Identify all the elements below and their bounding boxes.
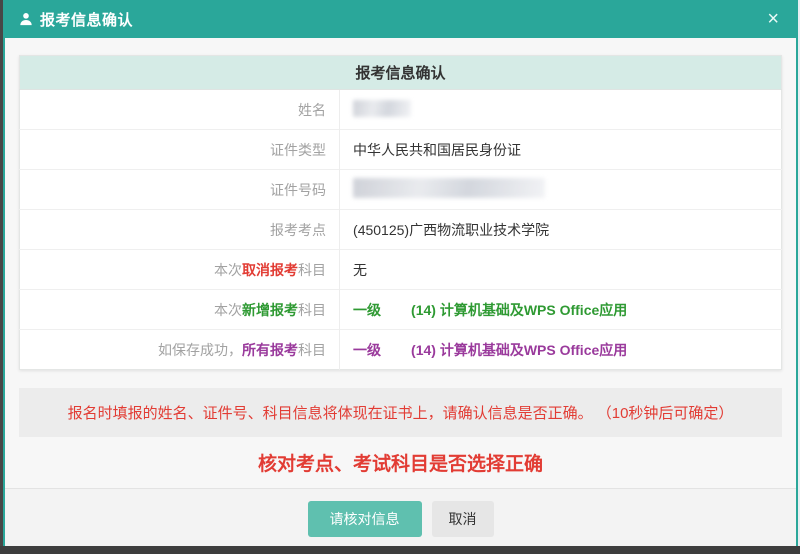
table-header-row: 报考信息确认 xyxy=(20,56,782,90)
dialog-title: 报考信息确认 xyxy=(40,9,764,30)
user-icon xyxy=(19,12,33,26)
all-subjects-label: 如保存成功，所有报考科目 xyxy=(20,330,340,370)
all-subjects-value: 一级(14) 计算机基础及WPS Office应用 xyxy=(340,330,782,370)
exam-site-value: (450125)广西物流职业技术学院 xyxy=(340,210,782,250)
dialog-footer: 请核对信息 取消 xyxy=(5,488,796,554)
dialog-body: 报考信息确认 姓名 证件类型 中华人民共和国居民身份证 证件号码 xyxy=(5,38,796,488)
dialog-titlebar: 报考信息确认 × xyxy=(5,0,796,38)
table-row-exam-site: 报考考点 (450125)广西物流职业技术学院 xyxy=(20,210,782,250)
new-subjects-value: 一级(14) 计算机基础及WPS Office应用 xyxy=(340,290,782,330)
cancelled-subjects-value: 无 xyxy=(340,250,782,290)
notice-bar: 报名时填报的姓名、证件号、科目信息将体现在证书上，请确认信息是否正确。 （10秒… xyxy=(19,388,782,437)
name-label: 姓名 xyxy=(20,90,340,130)
verify-headline: 核对考点、考试科目是否选择正确 xyxy=(19,447,782,488)
table-row-id-number: 证件号码 xyxy=(20,170,782,210)
label-part-emphasis: 取消报考 xyxy=(242,262,298,278)
exam-site-label: 报考考点 xyxy=(20,210,340,250)
new-subjects-label: 本次新增报考科目 xyxy=(20,290,340,330)
table-header-title: 报考信息确认 xyxy=(20,56,782,90)
label-part: 本次 xyxy=(214,262,242,278)
subject-level: 一级 xyxy=(353,340,411,360)
close-icon[interactable]: × xyxy=(764,9,782,29)
redacted-id-number-value xyxy=(353,178,545,198)
label-part: 科目 xyxy=(298,262,326,278)
table-row-all-subjects: 如保存成功，所有报考科目 一级(14) 计算机基础及WPS Office应用 xyxy=(20,330,782,370)
subject-course: (14) 计算机基础及WPS Office应用 xyxy=(411,302,627,318)
window-frame-bottom xyxy=(0,546,800,554)
label-part: 本次 xyxy=(214,302,242,318)
confirm-dialog: 报考信息确认 × 报考信息确认 姓名 证件类型 中华人民共和国居民身份证 xyxy=(3,0,798,554)
page: 报考信息确认 × 报考信息确认 姓名 证件类型 中华人民共和国居民身份证 xyxy=(0,0,800,554)
name-value xyxy=(340,90,782,130)
table-row-cancelled-subjects: 本次取消报考科目 无 xyxy=(20,250,782,290)
label-part: 如保存成功， xyxy=(158,342,242,358)
table-row-name: 姓名 xyxy=(20,90,782,130)
id-number-value xyxy=(340,170,782,210)
subject-level: 一级 xyxy=(353,300,411,320)
cancelled-subjects-label: 本次取消报考科目 xyxy=(20,250,340,290)
table-row-id-type: 证件类型 中华人民共和国居民身份证 xyxy=(20,130,782,170)
redacted-name-value xyxy=(353,100,411,117)
label-part-emphasis: 新增报考 xyxy=(242,302,298,318)
registration-info-table: 报考信息确认 姓名 证件类型 中华人民共和国居民身份证 证件号码 xyxy=(19,55,782,370)
id-type-value: 中华人民共和国居民身份证 xyxy=(340,130,782,170)
id-type-label: 证件类型 xyxy=(20,130,340,170)
label-part-emphasis: 所有报考 xyxy=(242,342,298,358)
table-row-new-subjects: 本次新增报考科目 一级(14) 计算机基础及WPS Office应用 xyxy=(20,290,782,330)
subject-course: (14) 计算机基础及WPS Office应用 xyxy=(411,342,627,358)
label-part: 科目 xyxy=(298,302,326,318)
label-part: 科目 xyxy=(298,342,326,358)
id-number-label: 证件号码 xyxy=(20,170,340,210)
confirm-info-button[interactable]: 请核对信息 xyxy=(308,501,422,537)
cancel-button[interactable]: 取消 xyxy=(432,501,494,537)
